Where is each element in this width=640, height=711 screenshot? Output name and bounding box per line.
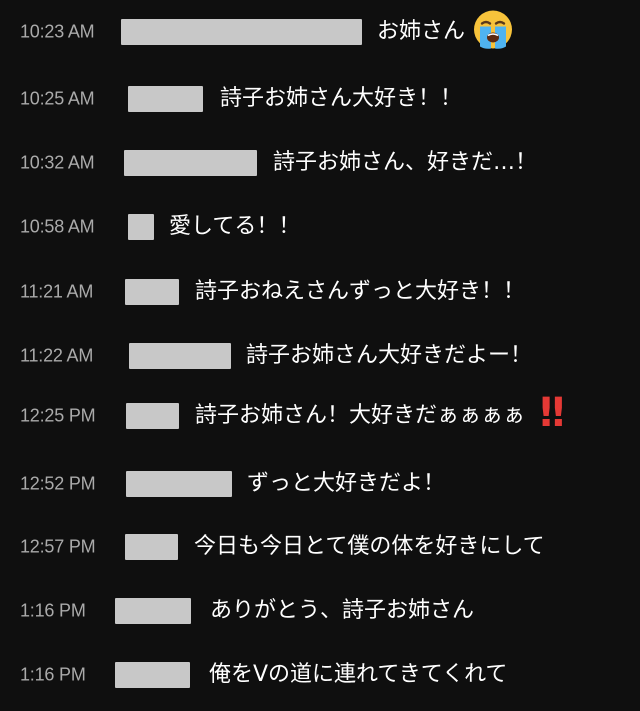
message-text: 詩子お姉さん！大好きだぁぁぁぁ	[195, 403, 526, 428]
redacted-author-name[interactable]	[115, 662, 190, 688]
chat-message: 1:16 PM ありがとう、詩子お姉さん	[0, 587, 640, 635]
redacted-author-name[interactable]	[125, 279, 179, 305]
message-text: 詩子お姉さん、好きだ…！	[273, 150, 538, 175]
redacted-author-name[interactable]	[126, 471, 232, 497]
redacted-author-name[interactable]	[121, 19, 362, 45]
message-timestamp: 1:16 PM	[20, 664, 86, 685]
message-text: 愛してる！！	[169, 214, 301, 239]
chat-message: 11:22 AM 詩子お姉さん大好きだよー！	[0, 332, 640, 380]
message-text: ありがとう、詩子お姉さん	[210, 598, 475, 623]
message-timestamp: 12:57 PM	[20, 536, 96, 557]
redacted-author-name[interactable]	[126, 403, 179, 429]
message-timestamp: 12:25 PM	[20, 405, 96, 426]
redacted-author-name[interactable]	[129, 343, 231, 369]
chat-message: 12:52 PM ずっと大好きだよ！	[0, 460, 640, 508]
message-timestamp: 1:16 PM	[20, 600, 86, 621]
double-exclamation-mark-emoji: !!	[537, 390, 568, 436]
message-timestamp: 10:58 AM	[20, 216, 95, 237]
message-timestamp: 11:22 AM	[20, 345, 94, 366]
message-timestamp: 10:32 AM	[20, 152, 95, 173]
redacted-author-name[interactable]	[125, 534, 178, 560]
message-text: お姉さん	[377, 19, 466, 44]
message-text: 詩子お姉さん大好き！！	[220, 86, 463, 111]
message-text: 今日も今日とて僕の体を好きにして	[194, 534, 545, 559]
message-timestamp: 12:52 PM	[20, 473, 96, 494]
chat-message: 11:21 AM 詩子おねえさんずっと大好き！！	[0, 268, 640, 316]
chat-message: 10:23 AM お姉さん	[0, 8, 640, 56]
message-timestamp: 10:25 AM	[20, 88, 95, 109]
redacted-author-name[interactable]	[115, 598, 191, 624]
message-text: 詩子お姉さん大好きだよー！	[246, 343, 533, 368]
chat-message: 1:16 PM 俺をVの道に連れてきてくれて	[0, 651, 640, 699]
chat-message: 10:58 AM 愛してる！！	[0, 203, 640, 251]
message-timestamp: 10:23 AM	[20, 21, 95, 42]
message-text: ずっと大好きだよ！	[247, 471, 446, 496]
live-chat-message-list: 10:23 AM お姉さん 10:25 AM 詩子お姉さん大好き！！ 10:32…	[0, 0, 640, 711]
loudly-crying-face-emoji	[471, 8, 515, 57]
chat-message: 12:57 PM 今日も今日とて僕の体を好きにして	[0, 523, 640, 571]
redacted-author-name[interactable]	[124, 150, 257, 176]
chat-message: 10:32 AM 詩子お姉さん、好きだ…！	[0, 139, 640, 187]
chat-message: 12:25 PM 詩子お姉さん！大好きだぁぁぁぁ!!	[0, 392, 640, 440]
redacted-author-name[interactable]	[128, 86, 203, 112]
message-text: 詩子おねえさんずっと大好き！！	[195, 279, 526, 304]
message-text: 俺をVの道に連れてきてくれて	[209, 662, 508, 687]
chat-message: 10:25 AM 詩子お姉さん大好き！！	[0, 75, 640, 123]
redacted-author-name[interactable]	[128, 214, 154, 240]
message-timestamp: 11:21 AM	[20, 281, 94, 302]
